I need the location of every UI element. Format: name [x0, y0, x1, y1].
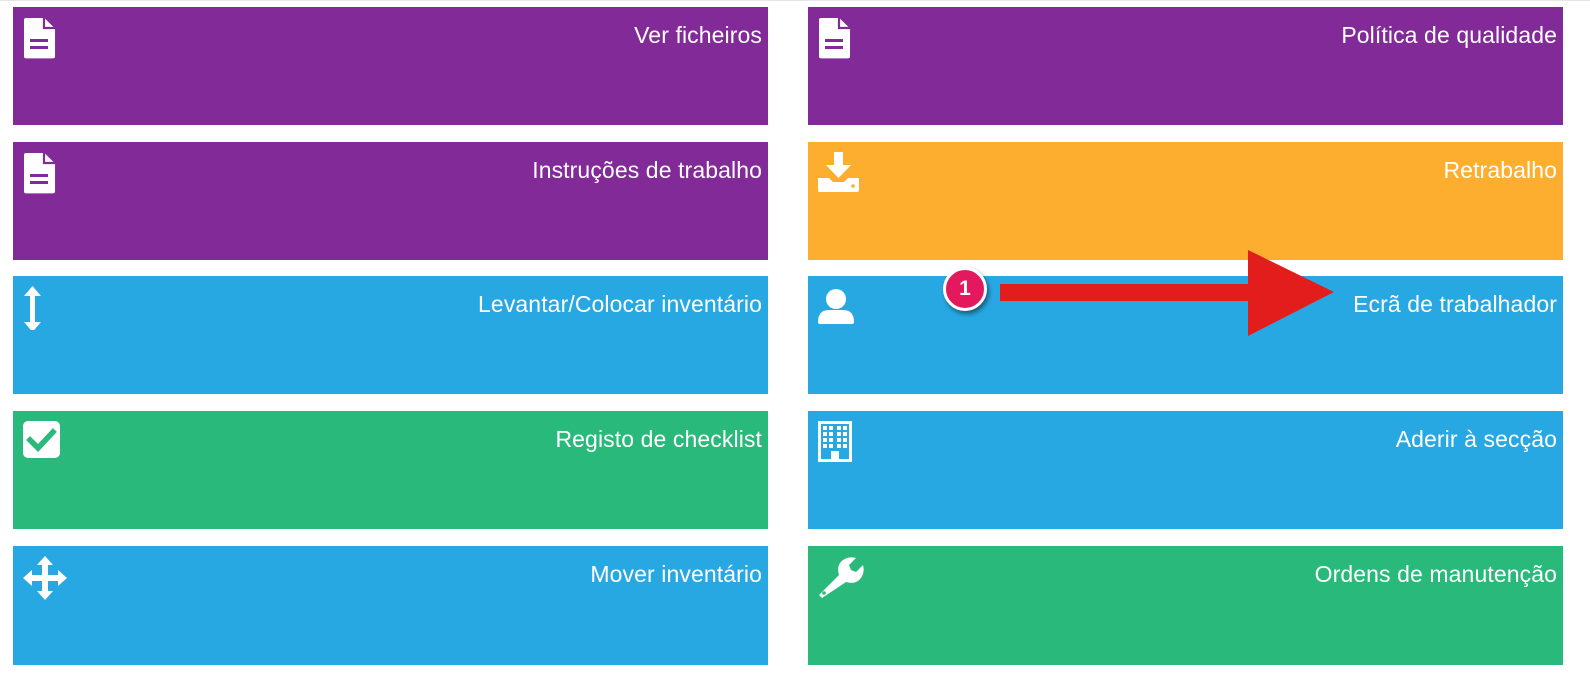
tile-ordens-de-manutencao[interactable]: Ordens de manutenção [808, 546, 1563, 665]
arrow-right-icon [996, 248, 1336, 338]
tile-label: Retrabalho [1443, 157, 1557, 183]
checkbox-icon [23, 421, 71, 465]
wrench-icon [818, 556, 866, 600]
tile-ver-ficheiros[interactable]: Ver ficheiros [13, 7, 768, 125]
vertical-arrows-icon [23, 286, 71, 330]
tile-label: Mover inventário [590, 561, 762, 587]
file-text-icon [818, 17, 866, 61]
tile-label: Política de qualidade [1341, 22, 1557, 48]
tile-label: Ver ficheiros [634, 22, 762, 48]
tile-label: Levantar/Colocar inventário [478, 291, 762, 317]
tile-politica-de-qualidade[interactable]: Política de qualidade [808, 7, 1563, 125]
tile-instrucoes-de-trabalho[interactable]: Instruções de trabalho [13, 142, 768, 260]
download-tray-icon [818, 152, 866, 196]
user-icon [818, 288, 866, 332]
step-badge: 1 [943, 267, 987, 311]
tile-label: Registo de checklist [555, 426, 762, 452]
tile-label: Ecrã de trabalhador [1353, 291, 1557, 317]
tile-levantar-colocar-inventario[interactable]: Levantar/Colocar inventário [13, 276, 768, 394]
tile-aderir-a-seccao[interactable]: Aderir à secção [808, 411, 1563, 529]
top-divider [0, 0, 1590, 1]
building-icon [818, 421, 866, 465]
tile-registo-de-checklist[interactable]: Registo de checklist [13, 411, 768, 529]
tile-mover-inventario[interactable]: Mover inventário [13, 546, 768, 665]
tile-label: Ordens de manutenção [1314, 561, 1557, 587]
tile-label: Instruções de trabalho [532, 157, 762, 183]
tile-retrabalho[interactable]: Retrabalho [808, 142, 1563, 260]
tile-label: Aderir à secção [1395, 426, 1557, 452]
file-text-icon [23, 17, 71, 61]
file-text-icon [23, 152, 71, 196]
move-arrows-icon [23, 556, 71, 600]
